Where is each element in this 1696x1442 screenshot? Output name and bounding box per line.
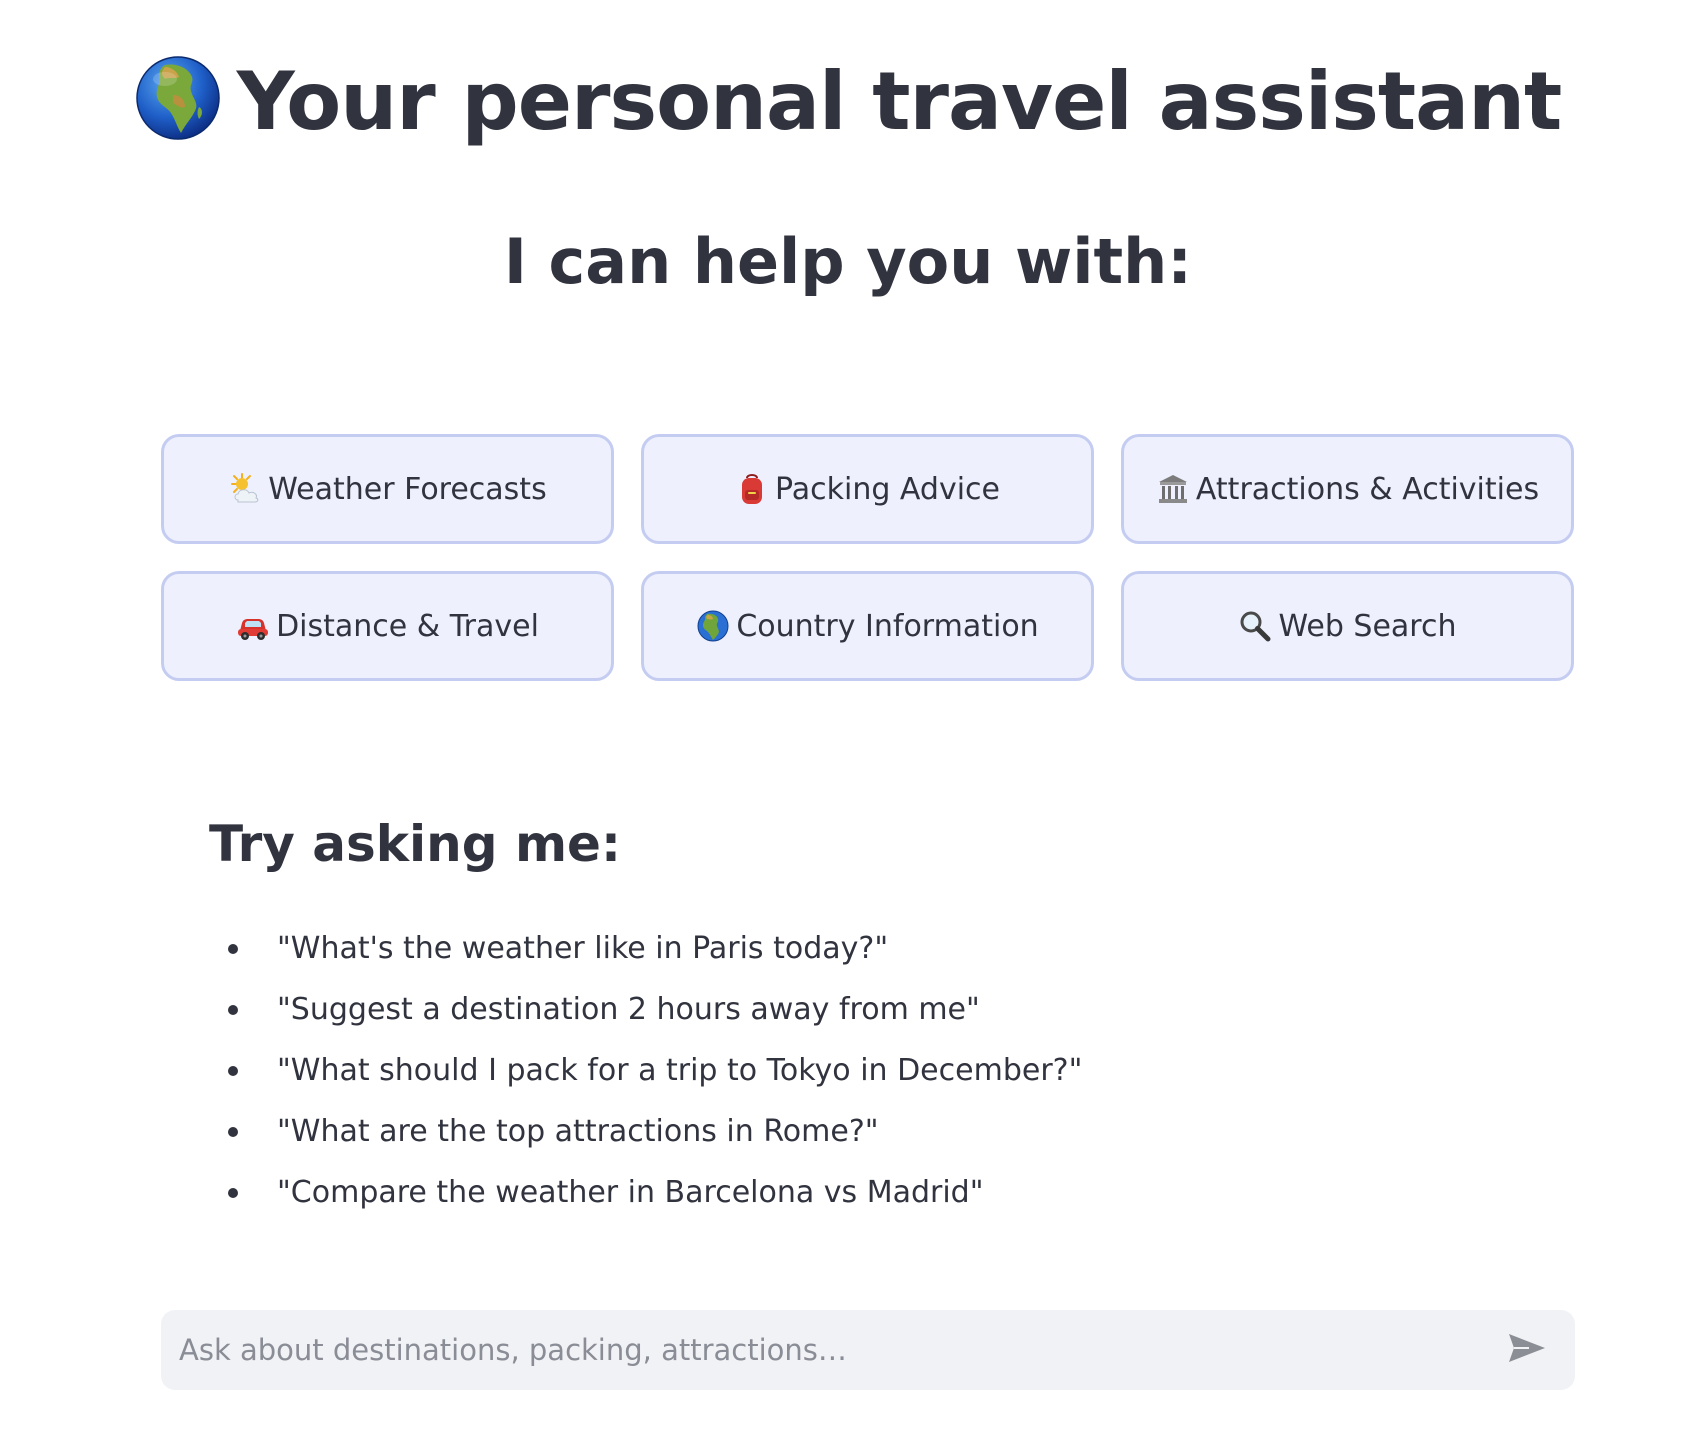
list-item: "What are the top attractions in Rome?" <box>224 1101 1082 1162</box>
send-arrow-icon <box>1507 1331 1547 1369</box>
chat-input[interactable] <box>161 1319 1497 1381</box>
earth-globe-icon <box>696 609 730 643</box>
feature-label: Packing Advice <box>775 471 1000 507</box>
feature-label: Country Information <box>736 608 1039 644</box>
example-questions-list: "What's the weather like in Paris today?… <box>224 918 1082 1223</box>
example-question: "What are the top attractions in Rome?" <box>277 1114 879 1149</box>
web-search-button[interactable]: Web Search <box>1121 571 1574 681</box>
country-information-button[interactable]: Country Information <box>641 571 1094 681</box>
globe-icon <box>135 55 221 141</box>
example-question: "What should I pack for a trip to Tokyo … <box>277 1053 1083 1088</box>
example-question: "What's the weather like in Paris today?… <box>277 931 889 966</box>
chat-input-bar <box>161 1310 1575 1390</box>
feature-label: Weather Forecasts <box>268 471 547 507</box>
list-item: "What's the weather like in Paris today?… <box>224 918 1082 979</box>
page-title-row: Your personal travel assistant <box>0 52 1696 152</box>
sun-behind-cloud-icon <box>228 472 262 506</box>
packing-advice-button[interactable]: Packing Advice <box>641 434 1094 544</box>
list-item: "Suggest a destination 2 hours away from… <box>224 979 1082 1040</box>
bullet-icon <box>228 1188 238 1198</box>
example-question: "Suggest a destination 2 hours away from… <box>277 992 980 1027</box>
example-question: "Compare the weather in Barcelona vs Mad… <box>277 1175 984 1210</box>
feature-label: Attractions & Activities <box>1195 471 1540 507</box>
attractions-activities-button[interactable]: Attractions & Activities <box>1121 434 1574 544</box>
feature-label: Web Search <box>1278 608 1457 644</box>
classical-building-icon <box>1156 472 1190 506</box>
bullet-icon <box>228 944 238 954</box>
feature-button-grid: Weather Forecasts Packing Advice Attract… <box>161 434 1575 681</box>
section-subtitle: I can help you with: <box>503 225 1193 298</box>
send-button[interactable] <box>1497 1320 1557 1380</box>
magnifying-glass-icon <box>1238 609 1272 643</box>
weather-forecasts-button[interactable]: Weather Forecasts <box>161 434 614 544</box>
red-car-icon <box>236 609 270 643</box>
bullet-icon <box>228 1066 238 1076</box>
distance-travel-button[interactable]: Distance & Travel <box>161 571 614 681</box>
bullet-icon <box>228 1005 238 1015</box>
app-page: Your personal travel assistant I can hel… <box>0 0 1696 1442</box>
list-item: "What should I pack for a trip to Tokyo … <box>224 1040 1082 1101</box>
list-item: "Compare the weather in Barcelona vs Mad… <box>224 1162 1082 1223</box>
page-title: Your personal travel assistant <box>236 55 1563 148</box>
backpack-icon <box>735 472 769 506</box>
examples-heading: Try asking me: <box>209 815 621 873</box>
bullet-icon <box>228 1127 238 1137</box>
feature-label: Distance & Travel <box>276 608 539 644</box>
